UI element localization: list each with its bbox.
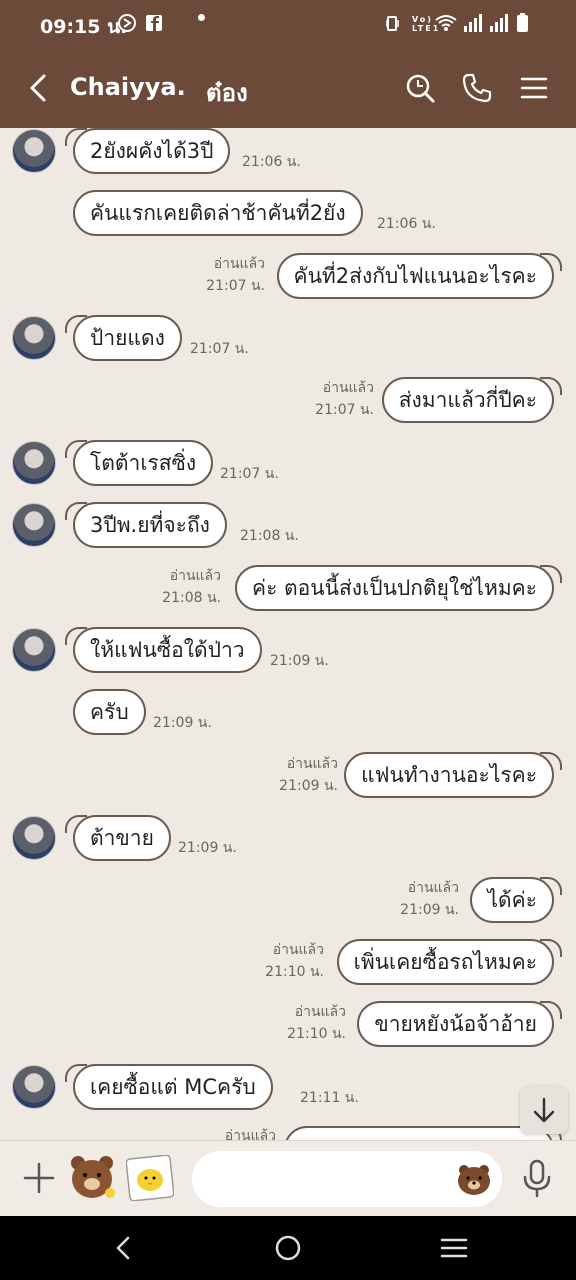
message-time: 21:07 น. (206, 278, 265, 294)
read-receipt: อ่านแล้ว (272, 942, 324, 958)
menu-icon[interactable] (518, 72, 550, 104)
chat-header: Chaiyya. ต๋อง (0, 48, 576, 128)
message-time: 21:09 น. (279, 778, 338, 794)
message-list[interactable]: 2ยังผคังได้3ปี 21:06 น. คันแรกเคยติดล่าช… (0, 128, 576, 1140)
contact-avatar[interactable] (12, 816, 56, 860)
read-receipt: อ่านแล้ว (322, 380, 374, 396)
phone-icon[interactable] (461, 72, 493, 104)
svg-text:LTE1: LTE1 (412, 24, 440, 33)
status-bar: 09:15 น. Vo) LTE1 (0, 0, 576, 48)
contact-avatar[interactable] (12, 628, 56, 672)
outgoing-message[interactable] (284, 1126, 562, 1140)
microphone-icon[interactable] (522, 1159, 552, 1199)
outgoing-message[interactable]: เพิ่นเคยซื้อรถไหมคะ (336, 939, 563, 985)
read-receipt: อ่านแล้ว (286, 756, 338, 772)
outgoing-message[interactable]: ได้ค่ะ (470, 877, 562, 923)
contact-avatar[interactable] (12, 129, 56, 173)
message-time: 21:09 น. (400, 902, 459, 918)
read-receipt: อ่านแล้ว (213, 256, 265, 272)
incoming-message[interactable]: เคยซื้อแต่ MCครับ (65, 1064, 273, 1110)
outgoing-message[interactable]: ค่ะ ตอนนี้ส่งเป็นปกติยุใช่ไหมคะ (235, 565, 562, 611)
message-time: 21:09 น. (153, 715, 212, 731)
svg-text:Vo): Vo) (412, 15, 433, 24)
outgoing-message[interactable]: ส่งมาแล้วกี่ปีคะ (381, 377, 563, 423)
contact-nickname[interactable]: ต๋อง (206, 73, 248, 112)
message-time: 21:08 น. (162, 590, 221, 606)
message-time: 21:10 น. (287, 1026, 346, 1042)
plus-icon[interactable] (22, 1161, 56, 1195)
message-time: 21:09 น. (270, 653, 329, 669)
contact-avatar[interactable] (12, 316, 56, 360)
brown-bear-sticker-icon[interactable] (66, 1151, 118, 1203)
outgoing-message[interactable]: แฟนทำงานอะไรคะ (344, 752, 562, 798)
status-time: 09:15 น. (40, 16, 128, 38)
incoming-message[interactable]: 3ปีพ.ยที่จะถึง (65, 502, 227, 548)
incoming-message[interactable]: ป้ายแดง (65, 315, 182, 361)
system-navigation-bar (0, 1216, 576, 1280)
scroll-to-bottom-button[interactable] (520, 1086, 568, 1134)
incoming-message[interactable]: ต้าขาย (65, 815, 171, 861)
read-receipt: อ่านแล้ว (407, 880, 459, 896)
incoming-message[interactable]: ครับ (73, 689, 146, 735)
contact-avatar[interactable] (12, 1065, 56, 1109)
message-time: 21:09 น. (178, 840, 237, 856)
incoming-message[interactable]: โตต้าเรสซิ่ง (64, 440, 214, 486)
nav-home-icon[interactable] (272, 1232, 304, 1264)
search-icon[interactable] (404, 72, 436, 104)
nav-back-icon[interactable] (110, 1234, 138, 1262)
message-time: 21:06 น. (377, 216, 436, 232)
contact-avatar[interactable] (12, 503, 56, 547)
arrow-down-icon (533, 1097, 555, 1123)
incoming-message[interactable]: คันแรกเคยติดล่าช้าคันที่2ยัง (73, 190, 363, 236)
message-time: 21:07 น. (315, 402, 374, 418)
back-arrow-icon[interactable] (26, 70, 50, 106)
contact-avatar[interactable] (12, 441, 56, 485)
chick-sticker-icon[interactable] (126, 1155, 174, 1201)
notification-dot (198, 14, 205, 21)
read-receipt: อ่านแล้ว (294, 1004, 346, 1020)
read-receipt: อ่านแล้ว (169, 568, 221, 584)
message-input-bar (0, 1140, 576, 1217)
signal-indicators: Vo) LTE1 (385, 12, 536, 38)
contact-name[interactable]: Chaiyya. (70, 73, 186, 101)
message-time: 21:07 น. (190, 341, 249, 357)
incoming-message[interactable]: 2ยังผคังได้3ปี (64, 128, 231, 174)
incoming-message[interactable]: ให้แฟนซื้อใด้ป่าว (65, 627, 262, 673)
message-time: 21:11 น. (300, 1090, 359, 1106)
outgoing-message[interactable]: คันที่2ส่งกับไฟแนนอะไรคะ (276, 253, 563, 299)
notification-icons (118, 13, 174, 37)
nav-recents-icon[interactable] (438, 1234, 470, 1262)
message-time: 21:06 น. (242, 154, 301, 170)
emoji-bear-icon[interactable] (456, 1163, 492, 1195)
read-receipt: อ่านแล้ว (224, 1128, 276, 1140)
message-time: 21:07 น. (220, 466, 279, 482)
outgoing-message[interactable]: ขายหยังน้อจ้าอ้าย (357, 1001, 562, 1047)
message-time: 21:10 น. (265, 964, 324, 980)
message-time: 21:08 น. (240, 528, 299, 544)
